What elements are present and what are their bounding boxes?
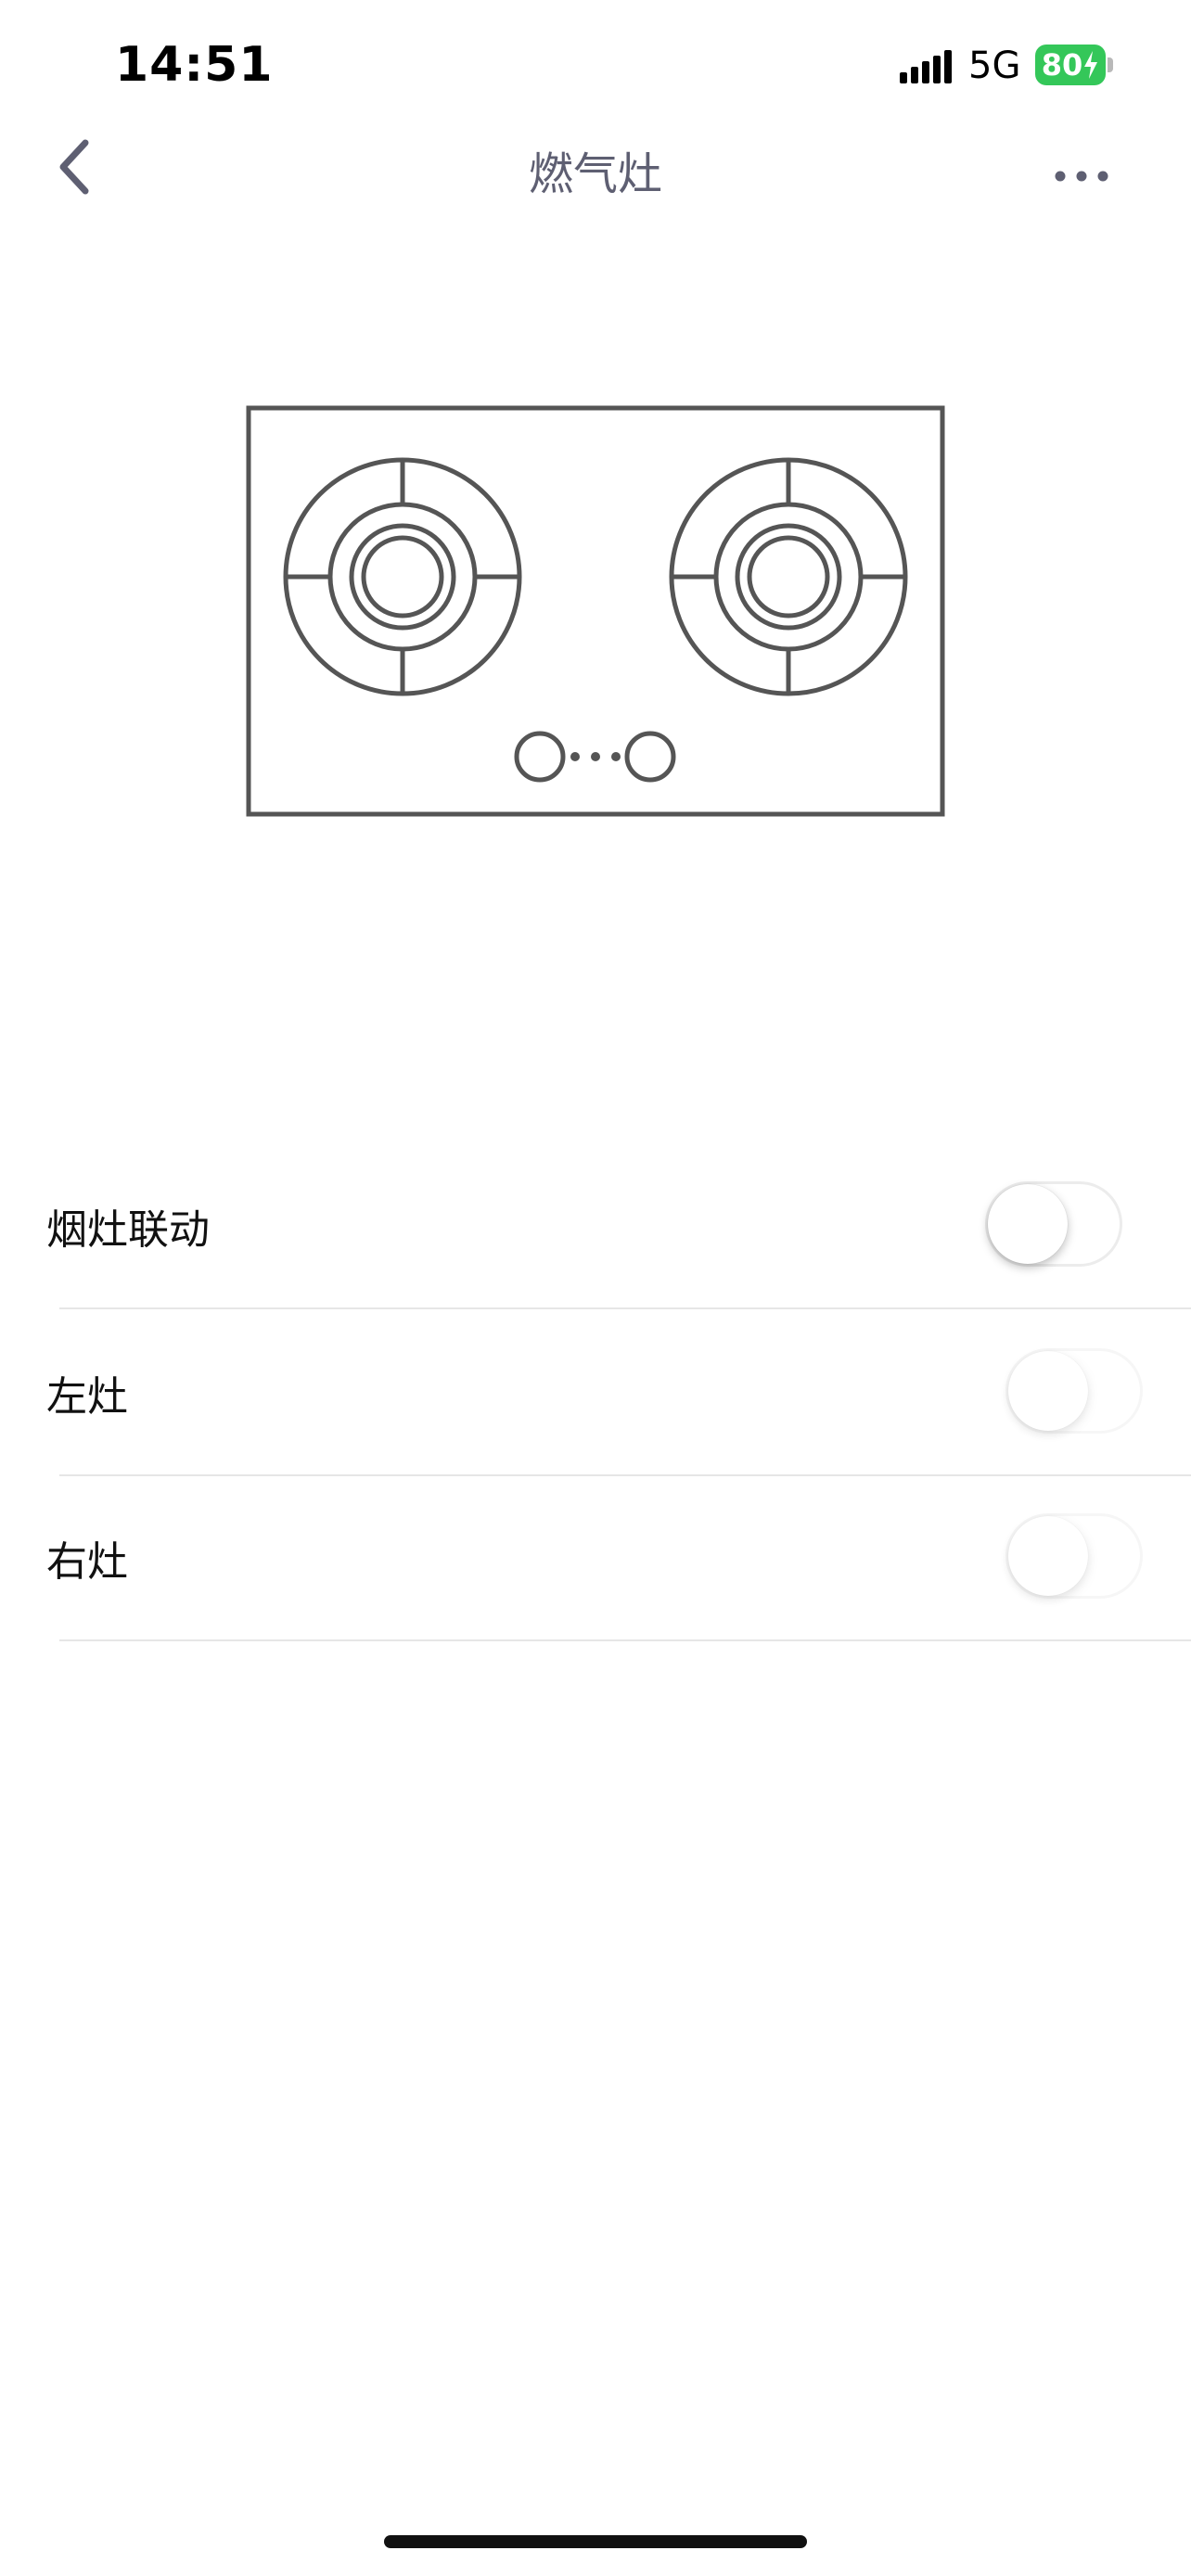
cellular-signal-icon (900, 50, 952, 83)
more-dots-icon (1055, 171, 1108, 182)
toggle-knob (988, 1184, 1068, 1264)
network-type: 5G (968, 45, 1021, 87)
charging-bolt-icon (1084, 51, 1098, 79)
more-button[interactable] (1039, 148, 1124, 204)
hood-stove-link-toggle[interactable] (985, 1181, 1122, 1267)
setting-label: 烟灶联动 (46, 1206, 210, 1254)
setting-row-hood-stove-link: 烟灶联动 (0, 1142, 1191, 1309)
right-burner-toggle[interactable] (1005, 1513, 1143, 1599)
page-title: 燃气灶 (528, 148, 662, 200)
right-burner-illustration (669, 457, 908, 696)
toggle-knob (1008, 1351, 1088, 1431)
setting-row-right-burner: 右灶 (0, 1474, 1191, 1641)
status-time: 14:51 (115, 37, 274, 93)
battery-indicator: 80 (1035, 45, 1106, 85)
setting-label: 左灶 (46, 1373, 128, 1421)
setting-row-left-burner: 左灶 (0, 1309, 1191, 1476)
battery-level: 80 (1041, 47, 1083, 83)
row-divider (59, 1639, 1191, 1641)
home-indicator[interactable] (384, 2535, 807, 2548)
left-burner-illustration (283, 457, 522, 696)
toggle-knob (1008, 1516, 1088, 1596)
left-burner-toggle[interactable] (1005, 1348, 1143, 1434)
battery-cap (1108, 57, 1113, 72)
gas-stove-icon (246, 405, 945, 817)
setting-label: 右灶 (46, 1538, 128, 1586)
